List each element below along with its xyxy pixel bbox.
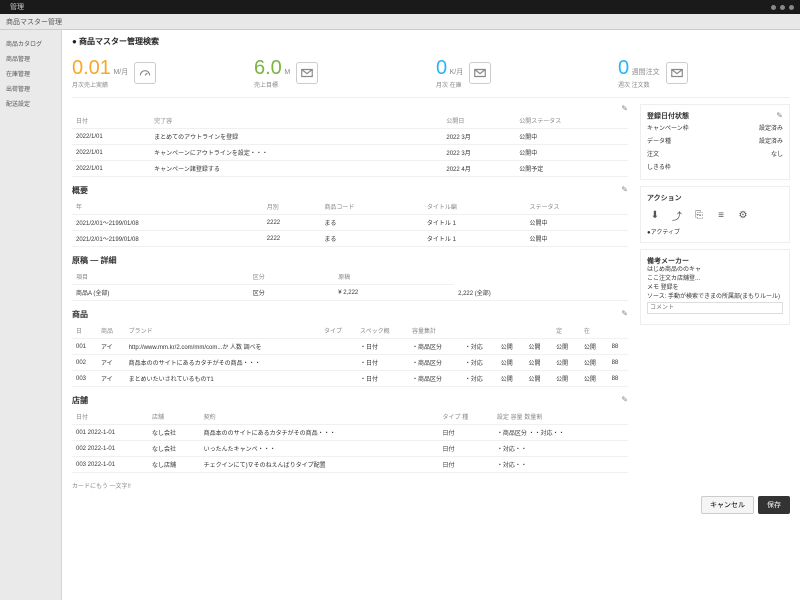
edit-icon[interactable]: ✎ xyxy=(621,395,628,404)
table-row[interactable]: 2021/2/01～2199/01/082222まるタイトル 1公開中 xyxy=(72,215,628,231)
breadcrumb: ● 商品マスター管理検索 xyxy=(72,36,790,47)
tab-active[interactable]: 商品マスター管理 xyxy=(6,17,62,27)
envelope-icon xyxy=(296,62,318,84)
barcode-icon[interactable]: ≡ xyxy=(713,207,729,223)
save-button[interactable]: 保存 xyxy=(758,496,790,514)
table-stores: ✎ 店舗 日付店舗契約タイプ 種設定 容量 数量割001 2022-1-01なし… xyxy=(72,395,628,473)
window-close-icon[interactable] xyxy=(789,5,794,10)
edit-icon[interactable]: ✎ xyxy=(621,185,628,194)
download-icon[interactable]: ⬇ xyxy=(647,207,663,223)
table-draft: 原稿 — 詳細 項目区分原稿商品A (全部)区分¥ 2,2222,222 (全部… xyxy=(72,255,628,301)
table-row[interactable]: 2022/1/01キャンペーンにアウトラインを設定・・・2022 3月公開中 xyxy=(72,145,628,161)
share-icon[interactable]: ⤴ xyxy=(669,207,685,223)
table-row[interactable]: 商品A (全部)区分¥ 2,2222,222 (全部) xyxy=(72,285,628,301)
table-row[interactable]: 003 2022-1-01なし店舗チェクインにて)∇そのねえんばりタイプ配置日付… xyxy=(72,457,628,473)
cancel-button[interactable]: キャンセル xyxy=(701,496,754,514)
table-row[interactable]: 001アイhttp://www.mm.kr/2.com/mm/com...か 人… xyxy=(72,339,628,355)
summary-line: カードにもう 一文字!! xyxy=(72,481,628,490)
table-row[interactable]: 2022/1/01まとめてのアウトラインを登録2022 3月公開中 xyxy=(72,129,628,145)
table-row[interactable]: 2022/1/01キャンペーン諸登録する2022 4月公開予定 xyxy=(72,161,628,177)
table-row[interactable]: 002 2022-1-01なし会社いったんたキャンペ・・・日付・対応・・ xyxy=(72,441,628,457)
sidebar-item-catalog[interactable]: 商品カタログ xyxy=(4,36,57,51)
window-max-icon[interactable] xyxy=(780,5,785,10)
metric-orders: 0 週間注文 週次 注文数 xyxy=(618,57,790,89)
table-overview: ✎ 概要 年月別商品コードタイトル編ステータス2021/2/01～2199/01… xyxy=(72,185,628,247)
sidebar-item-delivery[interactable]: 配送設定 xyxy=(4,96,57,111)
table-row[interactable]: 001 2022-1-01なし会社商品本ののサイトにあるカタチがその商品・・・日… xyxy=(72,425,628,441)
notes-panel: 備考メーカー はじめ商品ののキャここ注文カ店舗登...メモ 登録をソース: 手動… xyxy=(640,249,790,325)
settings-icon[interactable]: ⚙ xyxy=(735,207,751,223)
table-row[interactable]: 003アイまとめいたいされているもの't'1・日付・商品区分・対応公開公開公開公… xyxy=(72,371,628,387)
status-panel: ✎ 登録日付状態 キャンペーン枠設定済みデータ種設定済み注文なししきる枠 xyxy=(640,104,790,180)
gauge-icon xyxy=(134,62,156,84)
edit-icon[interactable]: ✎ xyxy=(621,309,628,318)
metric-sales: 0.01 M/月 月次売上実績 xyxy=(72,57,244,89)
envelope-icon xyxy=(469,62,491,84)
sidebar: 商品カタログ 商品管理 在庫管理 出荷管理 配送設定 xyxy=(0,30,62,600)
metric-stock: 0 K/月 月次 在庫 xyxy=(436,57,608,89)
window-min-icon[interactable] xyxy=(771,5,776,10)
comment-input[interactable] xyxy=(647,302,783,314)
sidebar-item-product[interactable]: 商品管理 xyxy=(4,51,57,66)
metric-target: 6.0 M 売上目標 xyxy=(254,57,426,89)
table-products: ✎ 商品 日商品ブランドタイプスペック概容量集計定在001アイhttp://ww… xyxy=(72,309,628,387)
sidebar-item-ship[interactable]: 出荷管理 xyxy=(4,81,57,96)
sidebar-item-stock[interactable]: 在庫管理 xyxy=(4,66,57,81)
copy-icon[interactable]: ⎘ xyxy=(691,207,707,223)
table-row[interactable]: 002アイ商品本ののサイトにあるカタチがその商品・・・・日付・商品区分・対応公開… xyxy=(72,355,628,371)
edit-icon[interactable]: ✎ xyxy=(621,104,628,113)
table-row[interactable]: 2021/2/01～2199/01/082222まるタイトル 1公開中 xyxy=(72,231,628,247)
app-title: 管理 xyxy=(10,2,24,12)
action-panel: アクション ⬇ ⤴ ⎘ ≡ ⚙ ●アクティブ xyxy=(640,186,790,243)
envelope-icon xyxy=(666,62,688,84)
table-activity: ✎ 日付完了容公開日公開ステータス2022/1/01まとめてのアウトラインを登録… xyxy=(72,104,628,177)
edit-icon[interactable]: ✎ xyxy=(776,111,783,120)
